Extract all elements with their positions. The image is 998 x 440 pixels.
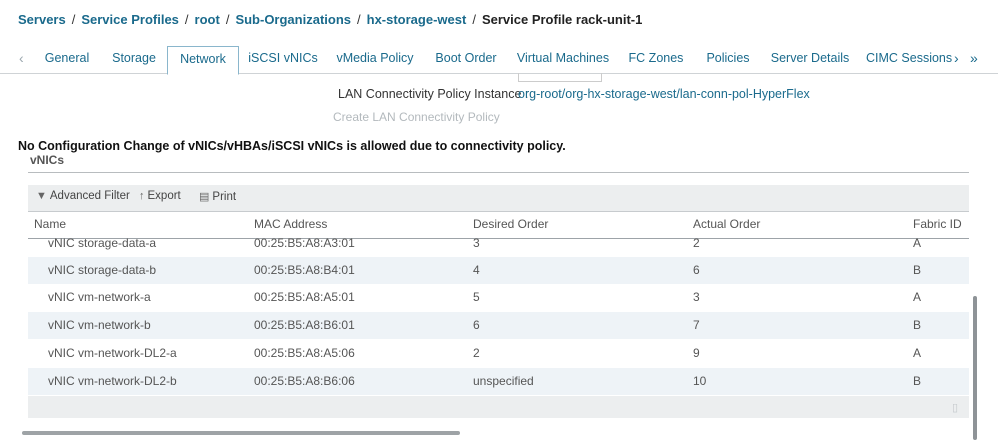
table-row[interactable]: vNIC vm-network-a 00:25:B5:A8:A5:01 5 3 … <box>28 284 969 311</box>
breadcrumb-item-service-profiles[interactable]: Service Profiles <box>81 12 179 27</box>
tabs-scroll-end-icon[interactable]: » <box>970 50 978 66</box>
table-footer <box>28 396 969 418</box>
cell-name: vNIC vm-network-DL2-b <box>48 374 177 388</box>
cell-actual-order: 6 <box>693 263 700 277</box>
cell-desired-order: 6 <box>473 318 480 332</box>
tab-bar: General Storage Network iSCSI vNICs vMed… <box>0 46 998 75</box>
dropdown-remnant <box>518 73 602 82</box>
cell-fabric-id: B <box>913 263 922 277</box>
breadcrumb-item-servers[interactable]: Servers <box>18 12 66 27</box>
breadcrumb-item-root[interactable]: root <box>195 12 220 27</box>
print-label: Print <box>212 191 237 203</box>
breadcrumb-separator: / <box>357 12 361 27</box>
tab-network[interactable]: Network <box>167 46 239 75</box>
cell-desired-order: unspecified <box>473 374 534 388</box>
section-divider <box>28 172 969 173</box>
advanced-filter-button[interactable]: ▼ Advanced Filter <box>36 190 130 202</box>
section-title: vNICs <box>30 153 65 167</box>
cell-mac: 00:25:B5:A8:A3:01 <box>254 236 355 250</box>
trash-icon: ▯ <box>952 402 959 414</box>
breadcrumb: Servers / Service Profiles / root / Sub-Organi… <box>18 12 642 27</box>
cell-name: vNIC storage-data-a <box>48 236 157 250</box>
tab-server-details[interactable]: Server Details <box>768 46 852 72</box>
cell-name: vNIC vm-network-DL2-a <box>48 346 177 360</box>
cell-fabric-id: A <box>913 346 922 360</box>
cell-mac: 00:25:B5:A8:A5:01 <box>254 290 355 304</box>
horizontal-scrollbar-thumb[interactable] <box>22 431 460 435</box>
breadcrumb-current: Service Profile rack-unit-1 <box>481 12 643 27</box>
lan-policy-link[interactable]: org-root/org-hx-storage-west/lan-conn-po… <box>518 87 810 101</box>
cell-actual-order: 9 <box>693 346 700 360</box>
tab-iscsi-vnics[interactable]: iSCSI vNICs <box>244 46 322 72</box>
tabs-scroll-right-icon[interactable]: › <box>954 50 959 66</box>
tab-fc-zones[interactable]: FC Zones <box>625 46 687 72</box>
cell-name: vNIC vm-network-b <box>48 318 151 332</box>
breadcrumb-separator: / <box>71 12 76 27</box>
cell-desired-order: 5 <box>473 290 480 304</box>
breadcrumb-item-hx-storage-west[interactable]: hx-storage-west <box>367 12 467 27</box>
cell-actual-order: 10 <box>693 374 707 388</box>
cell-fabric-id: A <box>913 236 922 250</box>
advanced-filter-label: Advanced Filter <box>49 190 130 202</box>
vertical-scrollbar-thumb[interactable] <box>973 296 977 440</box>
cell-fabric-id: A <box>913 290 922 304</box>
filter-icon: ▼ <box>36 190 47 202</box>
breadcrumb-separator: / <box>472 12 476 27</box>
cell-desired-order: 3 <box>473 236 480 250</box>
column-header-actual-order[interactable]: Actual Order <box>693 217 760 231</box>
cell-name: vNIC vm-network-a <box>48 290 151 304</box>
table-row[interactable]: vNIC vm-network-DL2-b 00:25:B5:A8:B6:06 … <box>28 368 969 395</box>
export-button[interactable]: ↑ Export <box>139 190 181 202</box>
export-icon: ↑ <box>139 190 145 202</box>
table-row[interactable]: vNIC storage-data-b 00:25:B5:A8:B4:01 4 … <box>28 257 969 284</box>
cell-actual-order: 2 <box>693 236 700 250</box>
cell-fabric-id: B <box>913 374 922 388</box>
connectivity-warning: No Configuration Change of vNICs/vHBAs/i… <box>18 139 566 153</box>
table-row[interactable]: vNIC vm-network-DL2-a 00:25:B5:A8:A5:06 … <box>28 340 969 367</box>
print-button[interactable]: ▤ Print <box>199 190 236 203</box>
create-lan-policy-link: Create LAN Connectivity Policy <box>333 110 500 124</box>
printer-icon: ▤ <box>199 191 210 203</box>
tab-vmedia-policy[interactable]: vMedia Policy <box>333 46 417 72</box>
tab-virtual-machines[interactable]: Virtual Machines <box>514 46 612 72</box>
tab-general[interactable]: General <box>39 46 95 72</box>
table-row[interactable]: vNIC storage-data-a 00:25:B5:A8:A3:01 3 … <box>28 230 969 257</box>
cell-actual-order: 7 <box>693 318 700 332</box>
cell-desired-order: 4 <box>473 263 480 277</box>
tab-boot-order[interactable]: Boot Order <box>430 46 502 72</box>
column-header-desired-order[interactable]: Desired Order <box>473 217 548 231</box>
table-row[interactable]: vNIC vm-network-b 00:25:B5:A8:B6:01 6 7 … <box>28 312 969 339</box>
tab-policies[interactable]: Policies <box>701 46 755 72</box>
table-toolbar: ▼ Advanced Filter ↑ Export ▤ Print <box>28 185 969 212</box>
lan-policy-label: LAN Connectivity Policy Instance : <box>338 87 529 101</box>
cell-mac: 00:25:B5:A8:B6:01 <box>254 318 355 332</box>
cell-mac: 00:25:B5:A8:B6:06 <box>254 374 355 388</box>
tab-cimc-sessions[interactable]: CIMC Sessions <box>866 46 952 72</box>
cell-mac: 00:25:B5:A8:B4:01 <box>254 263 355 277</box>
column-header-name[interactable]: Name <box>34 217 66 231</box>
cell-actual-order: 3 <box>693 290 700 304</box>
cell-name: vNIC storage-data-b <box>48 263 157 277</box>
breadcrumb-item-sub-organizations[interactable]: Sub-Organizations <box>235 12 351 27</box>
tab-storage[interactable]: Storage <box>105 46 163 72</box>
cell-mac: 00:25:B5:A8:A5:06 <box>254 346 355 360</box>
cell-fabric-id: B <box>913 318 922 332</box>
cell-desired-order: 2 <box>473 346 480 360</box>
column-header-fabric-id[interactable]: Fabric ID <box>913 217 962 231</box>
column-header-mac[interactable]: MAC Address <box>254 217 327 231</box>
export-label: Export <box>147 190 181 202</box>
breadcrumb-separator: / <box>184 12 189 27</box>
breadcrumb-separator: / <box>225 12 230 27</box>
